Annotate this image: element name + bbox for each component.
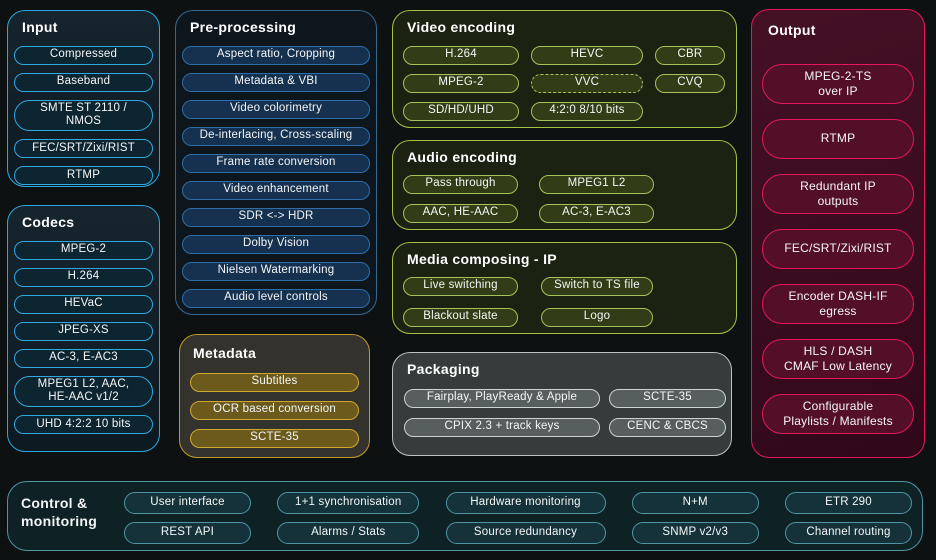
codecs-title: Codecs — [22, 214, 159, 232]
pill-hevac: HEVaC — [14, 295, 153, 314]
section-video-encoding: Video encoding H.264 HEVC CBR MPEG-2 VVC CVQ S… — [392, 10, 737, 128]
output-title: Output — [768, 22, 924, 40]
pill-nielsen-watermarking: Nielsen Watermarking — [182, 262, 370, 281]
pill-ac-3-e-ac3: AC-3, E-AC3 — [539, 204, 654, 223]
metadata-title: Metadata — [193, 345, 369, 363]
section-packaging: Packaging Fairplay, PlayReady & Apple SCT… — [392, 352, 732, 456]
pill-channel-routing: Channel routing — [785, 522, 912, 544]
pill-configurable-playlists-manifests: Configurable Playlists / Manifests — [762, 394, 914, 434]
pill-cvq: CVQ — [655, 74, 725, 93]
metadata-pill-list: Subtitles OCR based conversion SCTE-35 — [180, 373, 369, 448]
pill-fairplay-playready-apple: Fairplay, PlayReady & Apple — [404, 389, 600, 408]
input-pill-list: Compressed Baseband SMTE ST 2110 / NMOS FEC… — [8, 46, 159, 186]
pill-etr-290: ETR 290 — [785, 492, 912, 514]
pill-ocr-based-conversion: OCR based conversion — [190, 401, 359, 420]
media-composing-pill-grid: Live switching Switch to TS file Blackout … — [393, 277, 736, 327]
pill-jpeg-xs: JPEG-XS — [14, 322, 153, 341]
audio-encoding-pill-grid: Pass through MPEG1 L2 AAC, HE-AAC AC-3, E-A… — [393, 175, 736, 223]
pill-mpeg-2-ts-over-ip: MPEG-2-TS over IP — [762, 64, 914, 104]
pill-subtitles: Subtitles — [190, 373, 359, 392]
pill-pass-through: Pass through — [403, 175, 518, 194]
output-pill-list: MPEG-2-TS over IP RTMP Redundant IP output… — [752, 64, 924, 434]
pill-dolby-vision: Dolby Vision — [182, 235, 370, 254]
pill-hls-dash-cmaf-low-latency: HLS / DASH CMAF Low Latency — [762, 339, 914, 379]
pill-cenc-cbcs: CENC & CBCS — [609, 418, 726, 437]
codecs-pill-list: MPEG-2 H.264 HEVaC JPEG-XS AC-3, E-AC3 MPEG1 … — [8, 241, 159, 435]
pill-aspect-ratio-cropping: Aspect ratio, Cropping — [182, 46, 370, 65]
pill-de-interlacing-cross-scaling: De-interlacing, Cross-scaling — [182, 127, 370, 146]
control-monitoring-columns: User interface REST API 1+1 synchronisatio… — [124, 492, 912, 544]
pill-sdr-hdr: SDR <-> HDR — [182, 208, 370, 227]
preprocessing-pill-list: Aspect ratio, Cropping Metadata & VBI Vide… — [176, 46, 376, 308]
pill-fec-srt-zixi-rist: FEC/SRT/Zixi/RIST — [762, 229, 914, 269]
input-title: Input — [22, 19, 159, 37]
section-metadata: Metadata Subtitles OCR based conversion SC… — [179, 334, 370, 458]
pill-scte-35: SCTE-35 — [609, 389, 726, 408]
control-column: ETR 290 Channel routing — [785, 492, 912, 544]
pill-1-1-synchronisation: 1+1 synchronisation — [277, 492, 419, 514]
section-control-monitoring: Control & monitoring User interface REST … — [7, 481, 923, 551]
pill-redundant-ip-outputs: Redundant IP outputs — [762, 174, 914, 214]
pill-mpeg1-l2: MPEG1 L2 — [539, 175, 654, 194]
pill-logo: Logo — [541, 308, 653, 327]
pill-video-enhancement: Video enhancement — [182, 181, 370, 200]
pill-alarms-stats: Alarms / Stats — [277, 522, 419, 544]
pill-mpeg1-l2-aac-he-aac-v1-2: MPEG1 L2, AAC, HE-AAC v1/2 — [14, 376, 153, 408]
audio-encoding-title: Audio encoding — [407, 149, 736, 167]
pill-switch-to-ts-file: Switch to TS file — [541, 277, 653, 296]
video-encoding-pill-grid: H.264 HEVC CBR MPEG-2 VVC CVQ SD/HD/UHD 4:2:0 8… — [393, 46, 736, 121]
pill-audio-level-controls: Audio level controls — [182, 289, 370, 308]
pill-h-264: H.264 — [14, 268, 153, 287]
pill-cpix-2-3-track-keys: CPIX 2.3 + track keys — [404, 418, 600, 437]
pill-user-interface: User interface — [124, 492, 251, 514]
pill-video-colorimetry: Video colorimetry — [182, 100, 370, 119]
pill-compressed: Compressed — [14, 46, 153, 65]
control-monitoring-title: Control & monitoring — [21, 494, 116, 530]
pill-snmp-v2-v3: SNMP v2/v3 — [632, 522, 759, 544]
pill-rtmp: RTMP — [762, 119, 914, 159]
pill-live-switching: Live switching — [403, 277, 518, 296]
pill-aac-he-aac: AAC, HE-AAC — [403, 204, 518, 223]
pill-ac-3-e-ac3: AC-3, E-AC3 — [14, 349, 153, 368]
pill-sd-hd-uhd: SD/HD/UHD — [403, 102, 519, 121]
control-column: Hardware monitoring Source redundancy — [446, 492, 606, 544]
video-encoding-title: Video encoding — [407, 19, 736, 37]
pill-baseband: Baseband — [14, 73, 153, 92]
control-column: N+M SNMP v2/v3 — [632, 492, 759, 544]
pill-hardware-monitoring: Hardware monitoring — [446, 492, 606, 514]
media-composing-title: Media composing - IP — [407, 251, 736, 269]
pill-blackout-slate: Blackout slate — [403, 308, 518, 327]
pill-n-m: N+M — [632, 492, 759, 514]
section-output: Output MPEG-2-TS over IP RTMP Redundant IP… — [751, 9, 925, 458]
packaging-title: Packaging — [407, 361, 731, 379]
section-codecs: Codecs MPEG-2 H.264 HEVaC JPEG-XS AC-3, E-AC… — [7, 205, 160, 452]
section-media-composing: Media composing - IP Live switching Switc… — [392, 242, 737, 334]
control-column: User interface REST API — [124, 492, 251, 544]
control-column: 1+1 synchronisation Alarms / Stats — [277, 492, 419, 544]
section-preprocessing: Pre-processing Aspect ratio, Cropping Met… — [175, 10, 377, 315]
pill-cbr: CBR — [655, 46, 725, 65]
pill-encoder-dash-if-egress: Encoder DASH-IF egress — [762, 284, 914, 324]
packaging-pill-grid: Fairplay, PlayReady & Apple SCTE-35 CPIX 2… — [393, 389, 731, 437]
pill-4-2-0-8-10-bits: 4:2:0 8/10 bits — [531, 102, 643, 121]
control-monitoring-inner: Control & monitoring User interface REST … — [8, 482, 922, 550]
pill-rest-api: REST API — [124, 522, 251, 544]
pill-rtmp: RTMP — [14, 166, 153, 185]
pill-fec-srt-zixi-rist: FEC/SRT/Zixi/RIST — [14, 139, 153, 158]
pill-h-264: H.264 — [403, 46, 519, 65]
pill-smte-st-2110-nmos: SMTE ST 2110 / NMOS — [14, 100, 153, 132]
section-input: Input Compressed Baseband SMTE ST 2110 / N… — [7, 10, 160, 187]
pill-hevc: HEVC — [531, 46, 643, 65]
pill-scte-35: SCTE-35 — [190, 429, 359, 448]
pill-frame-rate-conversion: Frame rate conversion — [182, 154, 370, 173]
pill-vvc: VVC — [531, 74, 643, 93]
pill-metadata-vbi: Metadata & VBI — [182, 73, 370, 92]
pill-mpeg-2: MPEG-2 — [403, 74, 519, 93]
preprocessing-title: Pre-processing — [190, 19, 376, 37]
pill-source-redundancy: Source redundancy — [446, 522, 606, 544]
pill-mpeg-2: MPEG-2 — [14, 241, 153, 260]
diagram-canvas: Input Compressed Baseband SMTE ST 2110 / N… — [0, 0, 936, 560]
pill-uhd-4-2-2-10-bits: UHD 4:2:2 10 bits — [14, 415, 153, 434]
section-audio-encoding: Audio encoding Pass through MPEG1 L2 AAC, … — [392, 140, 737, 230]
